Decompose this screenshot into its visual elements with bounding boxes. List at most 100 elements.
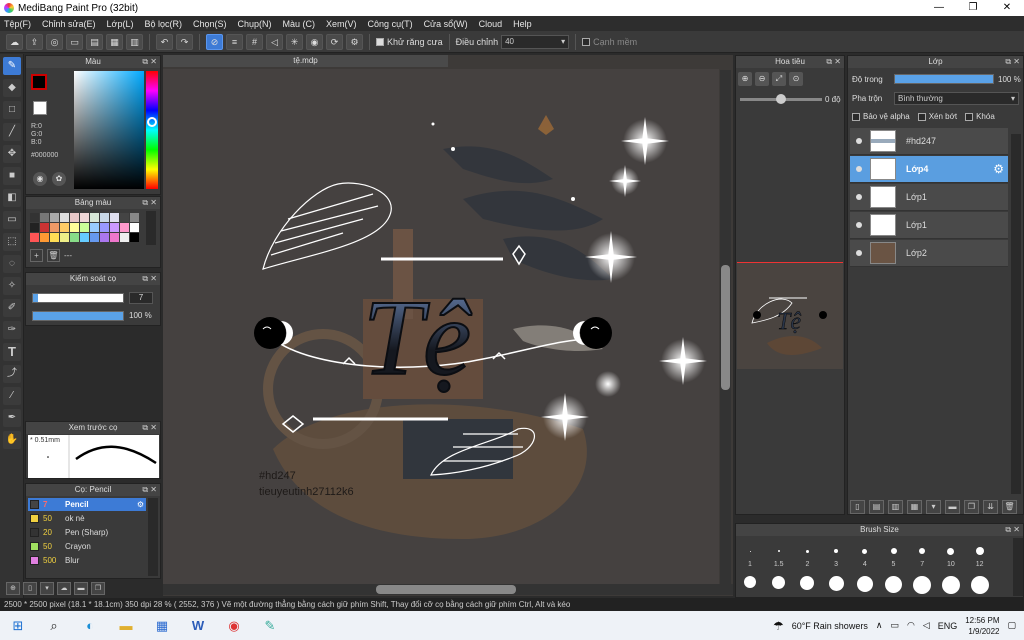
brush-list-item[interactable]: 50 Crayon bbox=[28, 540, 146, 553]
layer-row[interactable]: Lớp2 bbox=[850, 240, 1008, 267]
merge-layer-icon[interactable]: ⇊ bbox=[983, 500, 998, 514]
notification-icon[interactable]: ▢ bbox=[1007, 620, 1016, 631]
palette-scrollbar[interactable] bbox=[146, 211, 156, 245]
divide-tool-icon[interactable]: ⁄ bbox=[3, 387, 21, 405]
select-pen-tool-icon[interactable]: ✐ bbox=[3, 299, 21, 317]
palette-swatch[interactable] bbox=[90, 233, 99, 242]
add-swatch-icon[interactable]: + bbox=[30, 249, 43, 262]
menu-layer[interactable]: Lớp(L) bbox=[107, 19, 134, 29]
snap-settings-icon[interactable]: ⚙ bbox=[346, 33, 363, 50]
weather-text[interactable]: 60°F Rain showers bbox=[792, 621, 868, 631]
select-tool-icon[interactable]: ⬚ bbox=[3, 233, 21, 251]
medibang-taskbar-icon[interactable]: ✎ bbox=[257, 615, 283, 637]
brush-size-preset-large[interactable] bbox=[768, 576, 790, 589]
brush-menu-icon[interactable]: ▾ bbox=[40, 582, 54, 595]
artwork-canvas[interactable]: Tệ #hd247 tieuyeutinh27112k6 bbox=[163, 69, 719, 585]
brush-size-preset[interactable]: 5 bbox=[883, 541, 905, 568]
rectangle-tool-icon[interactable]: □ bbox=[3, 101, 21, 119]
palette-swatch[interactable] bbox=[120, 233, 129, 242]
palette-swatch[interactable] bbox=[30, 223, 39, 232]
palette-swatch[interactable] bbox=[80, 233, 89, 242]
perspective-snap-icon[interactable]: ◁ bbox=[266, 33, 283, 50]
layer-visibility-icon[interactable] bbox=[856, 250, 862, 256]
new-halftone-layer-icon[interactable]: ▤ bbox=[869, 500, 884, 514]
brush-list-item[interactable]: 7 Pencil ⚙ bbox=[28, 498, 146, 511]
operation-tool-icon[interactable]: ⤴ bbox=[3, 365, 21, 383]
brush-list-item[interactable]: 50 ok nè bbox=[28, 512, 146, 525]
antialias-checkbox[interactable]: Khử răng cưa bbox=[376, 37, 443, 47]
brush-size-preset-large[interactable] bbox=[739, 576, 761, 588]
grid-snap-icon[interactable]: # bbox=[246, 33, 263, 50]
palette-swatch[interactable] bbox=[40, 233, 49, 242]
brush-size-preset-large[interactable] bbox=[969, 576, 991, 594]
menu-color[interactable]: Màu (C) bbox=[283, 19, 316, 29]
brush-list-scrollbar[interactable] bbox=[148, 498, 158, 576]
speech-bubble-icon[interactable]: ◎ bbox=[46, 33, 63, 50]
brush-size-preset-large[interactable] bbox=[854, 576, 876, 592]
snap-off-icon[interactable]: ⊘ bbox=[206, 33, 223, 50]
palette-swatch[interactable] bbox=[130, 213, 139, 222]
protect-alpha-checkbox[interactable]: Bảo vệ alpha bbox=[852, 112, 910, 121]
layer-visibility-icon[interactable] bbox=[856, 166, 862, 172]
move-tool-icon[interactable]: ✥ bbox=[3, 145, 21, 163]
store-icon[interactable]: ▦ bbox=[149, 615, 175, 637]
weather-icon[interactable]: ☂ bbox=[773, 619, 784, 633]
brush-cloud-icon[interactable]: ☁ bbox=[57, 582, 71, 595]
language-indicator[interactable]: ENG bbox=[938, 621, 958, 631]
parallel-snap-icon[interactable]: ≡ bbox=[226, 33, 243, 50]
palette-swatch[interactable] bbox=[50, 233, 59, 242]
palette-swatch[interactable] bbox=[100, 213, 109, 222]
menu-view[interactable]: Xem(V) bbox=[326, 19, 357, 29]
canvas-area[interactable]: Tệ #hd247 tieuyeutinh27112k6 tệ.mdp bbox=[163, 55, 733, 596]
layer-row[interactable]: Lớp1 bbox=[850, 212, 1008, 239]
chrome-icon[interactable]: ◉ bbox=[221, 615, 247, 637]
brush-size-preset[interactable]: 1 bbox=[739, 541, 761, 568]
zoom-in-icon[interactable]: ⊕ bbox=[738, 72, 752, 86]
palette-swatch[interactable] bbox=[50, 213, 59, 222]
cloud-icon[interactable]: ☁ bbox=[6, 33, 23, 50]
vertical-scroll-thumb[interactable] bbox=[721, 265, 730, 390]
canvas-vertical-scrollbar[interactable] bbox=[720, 70, 731, 584]
palette-swatch[interactable] bbox=[120, 213, 129, 222]
select-eraser-tool-icon[interactable]: ✑ bbox=[3, 321, 21, 339]
panel-float-close-icon[interactable]: ⧉ ✕ bbox=[142, 422, 157, 434]
background-color-swatch[interactable] bbox=[33, 101, 47, 115]
palette-swatch[interactable] bbox=[90, 213, 99, 222]
magic-wand-tool-icon[interactable]: ✧ bbox=[3, 277, 21, 295]
panel-float-close-icon[interactable]: ⧉ ✕ bbox=[142, 273, 157, 285]
layer-settings-gear-icon[interactable]: ⚙ bbox=[993, 162, 1004, 176]
fit-window-icon[interactable]: ⤢ bbox=[772, 72, 786, 86]
panel-float-close-icon[interactable]: ⧉ ✕ bbox=[142, 197, 157, 209]
new-layer-icon[interactable]: ▯ bbox=[850, 500, 865, 514]
search-icon[interactable]: ⌕ bbox=[41, 615, 67, 637]
palette-swatch[interactable] bbox=[50, 223, 59, 232]
navigator-thumbnail[interactable]: Tệ bbox=[737, 262, 843, 369]
palette-swatch[interactable] bbox=[110, 213, 119, 222]
layer-menu-icon[interactable]: ▾ bbox=[926, 500, 941, 514]
layer-row[interactable]: Lớp4 ⚙ bbox=[850, 156, 1008, 183]
menu-tools[interactable]: Công cụ(T) bbox=[368, 19, 413, 29]
layer-visibility-icon[interactable] bbox=[856, 194, 862, 200]
brush-size-preset[interactable]: 3 bbox=[825, 541, 847, 568]
palette-swatch[interactable] bbox=[40, 213, 49, 222]
dot-tool-icon[interactable]: ╱ bbox=[3, 123, 21, 141]
duplicate-layer-icon[interactable]: ❐ bbox=[964, 500, 979, 514]
palette-swatch[interactable] bbox=[120, 223, 129, 232]
rotation-handle[interactable] bbox=[776, 94, 786, 104]
color-wheel-icon[interactable]: ✿ bbox=[52, 172, 66, 186]
layer-visibility-icon[interactable] bbox=[856, 138, 862, 144]
close-button[interactable]: ✕ bbox=[990, 0, 1024, 16]
radial-snap-icon[interactable]: ✳ bbox=[286, 33, 303, 50]
palette-swatch[interactable] bbox=[70, 233, 79, 242]
brush-list-item[interactable]: 20 Pen (Sharp) bbox=[28, 526, 146, 539]
palette-swatch[interactable] bbox=[100, 223, 109, 232]
brush-size-preset[interactable]: 12 bbox=[969, 541, 991, 568]
clipping-checkbox[interactable]: Xén bớt bbox=[917, 112, 957, 121]
windows-start-icon[interactable]: ⊞ bbox=[5, 615, 31, 637]
palette-swatch[interactable] bbox=[130, 233, 139, 242]
gradient-tool-icon[interactable]: ▭ bbox=[3, 211, 21, 229]
brush-size-preset[interactable]: 1.5 bbox=[768, 541, 790, 568]
foreground-color-swatch[interactable] bbox=[31, 74, 47, 90]
trash-icon[interactable]: 🗑 bbox=[47, 249, 60, 262]
word-icon[interactable]: W bbox=[185, 615, 211, 637]
